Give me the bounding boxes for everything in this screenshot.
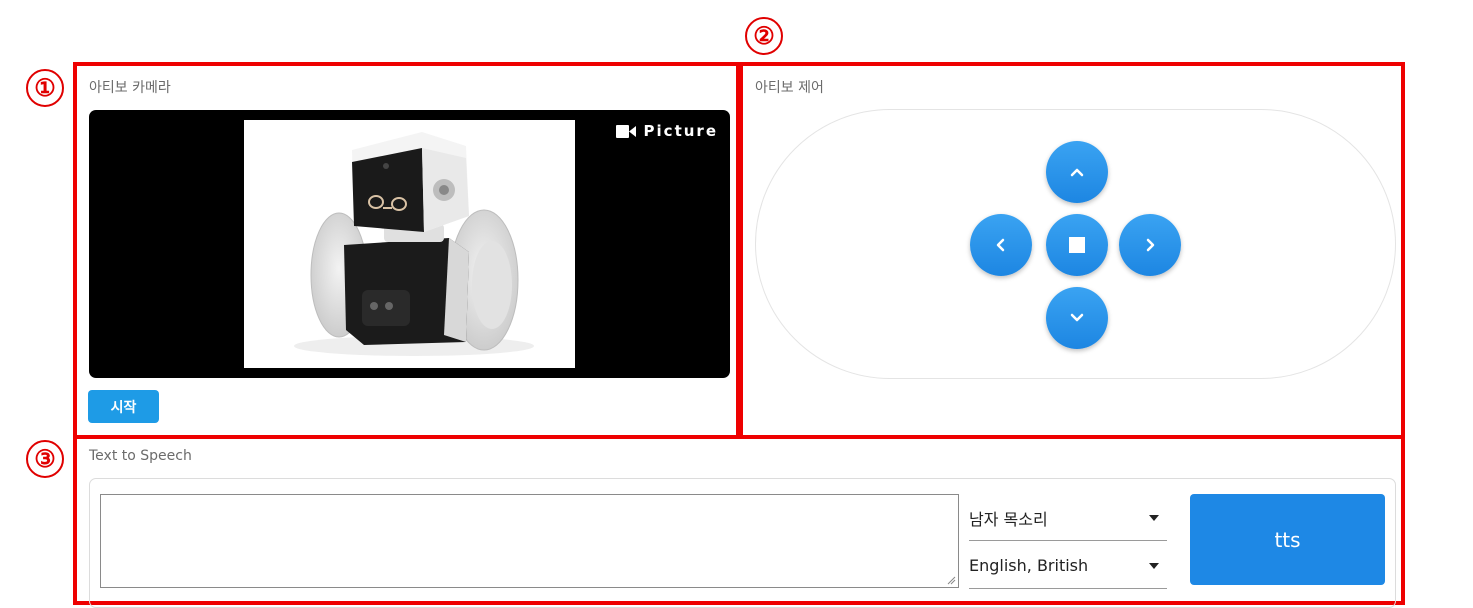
move-backward-button[interactable]	[1046, 287, 1108, 349]
voice-select-value: 남자 목소리	[969, 509, 1048, 529]
chevron-up-icon	[1070, 168, 1084, 177]
tts-section-title: Text to Speech	[89, 448, 192, 464]
picture-label: Picture	[643, 122, 718, 140]
resize-handle-icon[interactable]	[946, 575, 956, 585]
control-section-title: 아티보 제어	[755, 80, 824, 96]
chevron-left-icon	[996, 238, 1005, 252]
video-camera-icon	[615, 124, 636, 138]
voice-select[interactable]: 남자 목소리	[969, 495, 1167, 541]
camera-view: Picture	[89, 110, 730, 378]
camera-section-title: 아티보 카메라	[89, 80, 171, 96]
robot-camera-image	[244, 120, 575, 368]
stop-button[interactable]	[1046, 214, 1108, 276]
language-select-value: English, British	[969, 556, 1089, 575]
stop-icon	[1069, 237, 1085, 253]
start-button[interactable]: 시작	[88, 390, 159, 423]
turn-right-button[interactable]	[1119, 214, 1181, 276]
annotation-marker-3: ③	[26, 440, 64, 478]
move-forward-button[interactable]	[1046, 141, 1108, 203]
chevron-down-icon	[1070, 313, 1084, 322]
annotation-marker-2: ②	[745, 17, 783, 55]
annotation-marker-1: ①	[26, 69, 64, 107]
chevron-right-icon	[1146, 238, 1155, 252]
caret-down-icon	[1149, 514, 1159, 521]
caret-down-icon	[1149, 562, 1159, 569]
tts-submit-button[interactable]: tts	[1190, 494, 1385, 585]
picture-button[interactable]: Picture	[615, 122, 718, 140]
language-select[interactable]: English, British	[969, 543, 1167, 589]
tts-text-input[interactable]	[100, 494, 959, 588]
turn-left-button[interactable]	[970, 214, 1032, 276]
